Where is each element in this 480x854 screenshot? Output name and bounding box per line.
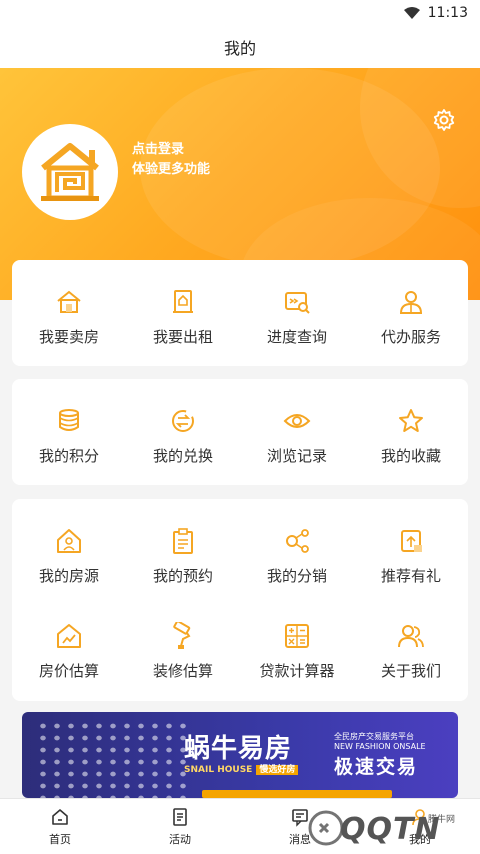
menu-loan-calculator[interactable]: 贷款计算器 xyxy=(240,622,354,681)
menu-agent-service[interactable]: 代办服务 xyxy=(354,288,468,347)
menu-my-distribution[interactable]: 我的分销 xyxy=(240,527,354,586)
banner-brand: 蜗牛易房 xyxy=(184,734,293,764)
menu-rent-out[interactable]: 我要出租 xyxy=(126,288,240,347)
rent-document-icon xyxy=(173,290,193,313)
banner-headline: 极速交易 xyxy=(334,756,419,778)
tools-card: 我的房源 我的预约 我的分销 推荐有礼 房价估算 装修估算 贷款计算器 关于我们 xyxy=(12,499,468,701)
calculator-icon xyxy=(285,624,309,648)
coins-stack-icon xyxy=(59,409,79,431)
login-prompt[interactable]: 点击登录 体验更多功能 xyxy=(132,140,210,180)
menu-my-appointments[interactable]: 我的预约 xyxy=(126,527,240,586)
tab-activity[interactable]: 活动 xyxy=(120,799,240,854)
menu-my-exchange[interactable]: 我的兑换 xyxy=(126,407,240,466)
tab-home[interactable]: 首页 xyxy=(0,799,120,854)
account-card: 我的积分 我的兑换 浏览记录 我的收藏 xyxy=(12,379,468,485)
house-user-icon xyxy=(57,529,81,553)
promo-banner[interactable]: 蜗牛易房 SNAIL HOUSE 慢选好房 全民房产交易服务平台 NEW FASH… xyxy=(22,712,458,798)
menu-about-us[interactable]: 关于我们 xyxy=(354,622,468,681)
status-time: 11:13 xyxy=(427,5,468,21)
recommend-gift-icon xyxy=(401,530,422,552)
page-title: 我的 xyxy=(223,39,256,58)
title-bar: 我的 xyxy=(0,26,480,68)
paint-roller-icon xyxy=(173,622,191,649)
services-card: 我要卖房 我要出租 进度查询 代办服务 xyxy=(12,260,468,366)
banner-dot-pattern xyxy=(36,720,186,798)
exchange-icon xyxy=(172,410,194,432)
menu-renovation-estimate[interactable]: 装修估算 xyxy=(126,622,240,681)
gear-icon[interactable] xyxy=(432,108,456,132)
banner-accent-bar xyxy=(202,790,392,798)
menu-progress-query[interactable]: 进度查询 xyxy=(240,288,354,347)
clipboard-icon xyxy=(173,528,193,554)
eye-icon xyxy=(283,414,311,428)
banner-slogan: SNAIL HOUSE 慢选好房 xyxy=(184,762,299,775)
banner-tagline: 全民房产交易服务平台 NEW FASHION ONSALE xyxy=(334,732,426,751)
agent-person-icon xyxy=(399,291,423,314)
wifi-icon xyxy=(403,7,420,19)
menu-price-estimate[interactable]: 房价估算 xyxy=(12,622,126,681)
login-line2: 体验更多功能 xyxy=(132,162,211,177)
watermark-small: 腾牛网 xyxy=(428,815,456,825)
menu-sell-house[interactable]: 我要卖房 xyxy=(12,288,126,347)
home-icon xyxy=(52,808,68,825)
login-line1: 点击登录 xyxy=(132,142,185,157)
progress-search-icon xyxy=(285,292,310,314)
house-logo-icon xyxy=(41,143,99,201)
menu-browse-history[interactable]: 浏览记录 xyxy=(240,407,354,466)
people-icon xyxy=(398,625,424,648)
avatar[interactable] xyxy=(22,124,118,220)
menu-my-listings[interactable]: 我的房源 xyxy=(12,527,126,586)
menu-my-points[interactable]: 我的积分 xyxy=(12,407,126,466)
house-chart-icon xyxy=(57,624,81,648)
activity-doc-icon xyxy=(173,807,187,826)
share-nodes-icon xyxy=(286,529,309,553)
house-sell-icon xyxy=(57,290,81,313)
menu-my-favorites[interactable]: 我的收藏 xyxy=(354,407,468,466)
watermark-text: QQTN xyxy=(340,812,441,847)
star-icon xyxy=(399,409,423,432)
menu-refer-gift[interactable]: 推荐有礼 xyxy=(354,527,468,586)
status-bar: 11:13 xyxy=(0,0,480,26)
